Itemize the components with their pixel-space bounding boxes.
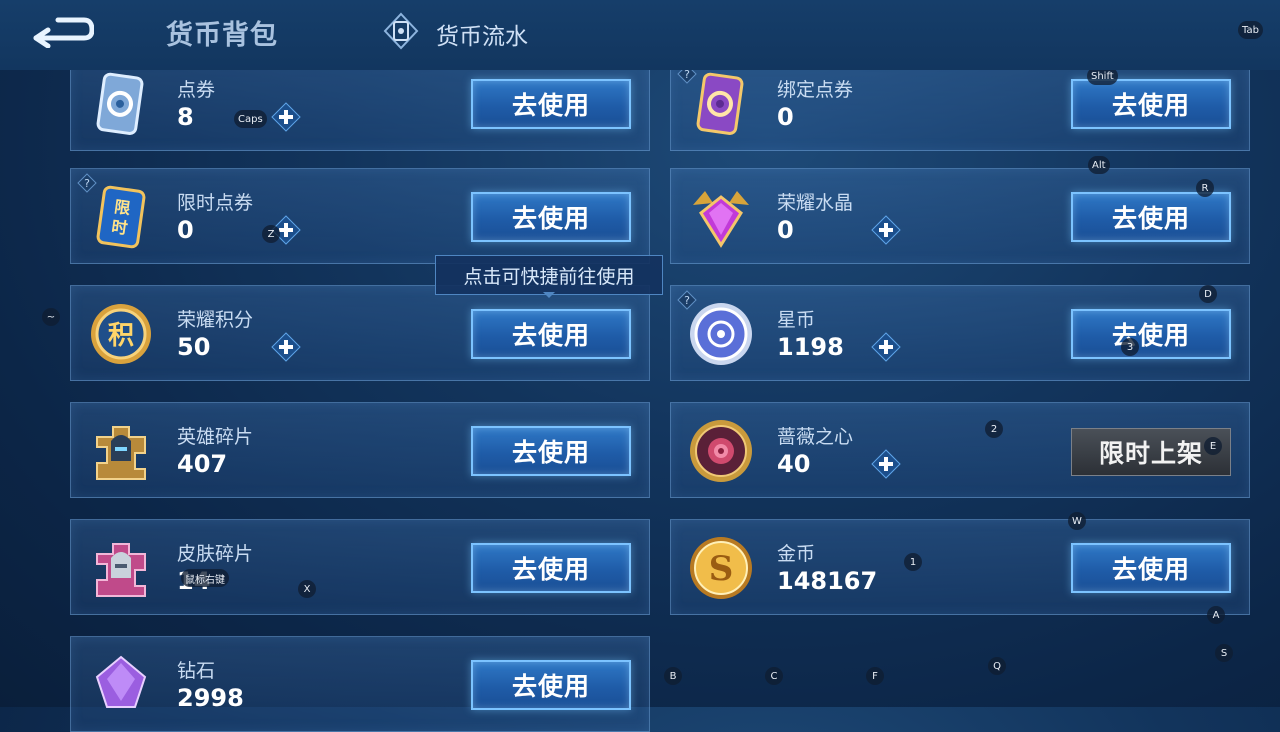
- svg-text:S: S: [709, 549, 734, 589]
- key-overlay-2: 2: [985, 420, 1003, 438]
- svg-text:时: 时: [110, 217, 129, 238]
- use-button[interactable]: 去使用: [471, 192, 631, 242]
- return-arrow-icon[interactable]: [26, 12, 94, 48]
- key-overlay-3: 3: [1121, 338, 1139, 356]
- currency-card-glory-crystal: 荣耀水晶 0 去使用: [670, 168, 1250, 264]
- currency-name: 钻石: [177, 660, 216, 682]
- currency-count: 0: [177, 216, 194, 244]
- currency-card-diamond: 钻石 2998 去使用: [70, 636, 650, 732]
- key-overlay-alt: Alt: [1088, 156, 1110, 174]
- use-button[interactable]: 去使用: [1071, 543, 1231, 593]
- key-overlay-a: A: [1207, 606, 1225, 624]
- currency-card-limited-ticket: ? 限 时 限时点券 0 去使用: [70, 168, 650, 264]
- plus-icon[interactable]: [271, 332, 301, 362]
- currency-name: 点券: [177, 79, 216, 101]
- use-button[interactable]: 去使用: [471, 426, 631, 476]
- use-button[interactable]: 去使用: [471, 309, 631, 359]
- key-overlay-c: C: [765, 667, 783, 685]
- key-overlay-tab: Tab: [1238, 21, 1263, 39]
- currency-count: 50: [177, 333, 211, 361]
- currency-card-glory-points: 积 荣耀积分 50 去使用: [70, 285, 650, 381]
- key-overlay-1: 1: [904, 553, 922, 571]
- plus-icon[interactable]: [871, 449, 901, 479]
- key-overlay-z: Z: [262, 225, 280, 243]
- currency-count: 148167: [777, 567, 878, 595]
- currency-name: 绑定点券: [777, 79, 854, 101]
- currency-count: 8: [177, 103, 194, 131]
- currency-count: 0: [777, 103, 794, 131]
- ticket-card-icon: [96, 72, 144, 135]
- currency-card-hero-fragment: 英雄碎片 407 去使用: [70, 402, 650, 498]
- diamond-frame-icon: [383, 12, 419, 50]
- glory-points-coin-icon: 积: [91, 304, 151, 364]
- currency-name: 荣耀积分: [177, 309, 254, 331]
- tab-currency-flow-label[interactable]: 货币流水: [436, 17, 528, 51]
- limited-ticket-icon: 限 时: [96, 185, 146, 249]
- diamond-gem-icon: [95, 655, 147, 708]
- currency-count: 2998: [177, 684, 244, 712]
- key-overlay-w: W: [1068, 512, 1086, 530]
- quick-use-tooltip: 点击可快捷前往使用: [435, 255, 663, 295]
- rose-heart-icon: [690, 420, 752, 482]
- use-button[interactable]: 去使用: [1071, 79, 1231, 129]
- key-overlay-q: Q: [988, 657, 1006, 675]
- plus-icon[interactable]: [871, 332, 901, 362]
- svg-text:积: 积: [108, 321, 134, 351]
- currency-count: 407: [177, 450, 228, 478]
- tooltip-arrow: [543, 292, 555, 298]
- plus-icon[interactable]: [871, 215, 901, 245]
- bound-ticket-card-icon: [696, 72, 744, 135]
- currency-name: 蔷薇之心: [777, 426, 854, 448]
- key-overlay-s: S: [1215, 644, 1233, 662]
- currency-name: 金币: [777, 543, 816, 565]
- currency-card-star-coin: ? 星币 1198 去使用: [670, 285, 1250, 381]
- key-overlay-e: E: [1204, 437, 1222, 455]
- header-layer: 货币背包 货币流水: [0, 0, 1280, 70]
- currency-name: 皮肤碎片: [177, 543, 254, 565]
- glory-crystal-icon: [693, 191, 749, 248]
- use-button[interactable]: 去使用: [1071, 192, 1231, 242]
- gold-coin-icon: S: [690, 537, 752, 599]
- currency-name: 限时点券: [177, 192, 254, 214]
- star-coin-icon: [690, 303, 752, 365]
- plus-icon[interactable]: [271, 102, 301, 132]
- skin-fragment-icon: [96, 543, 146, 597]
- currency-card-skin-fragment: 皮肤碎片 14 去使用: [70, 519, 650, 615]
- key-overlay-caps: Caps: [234, 110, 267, 128]
- key-overlay-r: R: [1196, 179, 1214, 197]
- key-overlay-d: D: [1199, 285, 1217, 303]
- use-button[interactable]: 去使用: [1071, 309, 1231, 359]
- currency-card-rose-heart: 蔷薇之心 40 限时上架: [670, 402, 1250, 498]
- currency-name: 荣耀水晶: [777, 192, 854, 214]
- key-overlay-x: X: [298, 580, 316, 598]
- use-button[interactable]: 去使用: [471, 543, 631, 593]
- currency-name: 英雄碎片: [177, 426, 254, 448]
- use-button[interactable]: 去使用: [471, 79, 631, 129]
- hero-fragment-icon: [96, 426, 146, 480]
- use-button[interactable]: 去使用: [471, 660, 631, 710]
- key-overlay-b: B: [664, 667, 682, 685]
- currency-count: 0: [777, 216, 794, 244]
- currency-name: 星币: [777, 309, 816, 331]
- key-overlay-f: F: [866, 667, 884, 685]
- key-overlay-right-mouse: 鼠标右键: [181, 569, 229, 587]
- currency-count: 1198: [777, 333, 844, 361]
- currency-card-gold-coin: S 金币 148167 去使用: [670, 519, 1250, 615]
- currency-count: 40: [777, 450, 811, 478]
- tab-currency-wallet-label[interactable]: 货币背包: [166, 13, 278, 52]
- key-overlay-tilde: ~: [42, 308, 60, 326]
